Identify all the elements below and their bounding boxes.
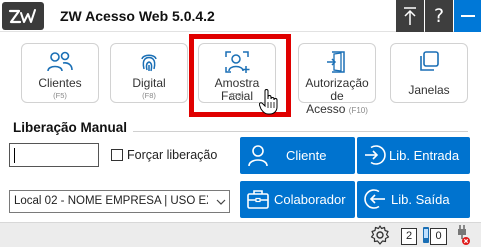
chevron-down-icon (216, 199, 226, 205)
door-enter-icon (327, 51, 345, 73)
windows-icon (420, 51, 439, 71)
clientes-tile[interactable]: Clientes (F5) (21, 43, 99, 103)
local-select[interactable]: Local 02 - NOME EMPRESA | USO EXCLUSIVO (9, 190, 230, 213)
liberacao-manual-title: Liberação Manual (13, 120, 128, 135)
cliente-button[interactable]: Cliente (240, 137, 355, 174)
user-icon (248, 145, 268, 167)
gear-icon[interactable] (370, 225, 390, 245)
forcar-liberacao-label[interactable]: Forçar liberação (127, 148, 217, 162)
clientes-shortcut: (F5) (53, 91, 67, 100)
help-button[interactable]: ? (425, 0, 453, 32)
digital-tile[interactable]: Digital (F8) (110, 43, 188, 103)
text-caret (14, 148, 15, 163)
autorizacao-acesso-tile[interactable]: Autorização de Acesso (F10) (298, 43, 376, 116)
janelas-tile[interactable]: Janelas (390, 43, 468, 103)
autorizacao-label: Autorização de Acesso (F10) (299, 77, 375, 117)
lib-saida-button-label: Lib. Saída (391, 192, 450, 207)
lib-entrada-button-label: Lib. Entrada (389, 148, 460, 163)
minimize-icon (460, 15, 475, 17)
local-select-value: Local 02 - NOME EMPRESA | USO EXCLUSIVO (14, 195, 208, 207)
digital-shortcut: (F8) (142, 91, 156, 100)
lib-entrada-button[interactable]: Lib. Entrada (357, 137, 470, 174)
janelas-label: Janelas (408, 83, 450, 97)
phone-icon (423, 227, 429, 243)
colaborador-button-label: Colaborador (274, 192, 346, 207)
clientes-label: Clientes (38, 76, 82, 90)
digital-label: Digital (132, 76, 166, 90)
enter-circle-icon (365, 145, 386, 165)
lib-saida-button[interactable]: Lib. Saída (357, 181, 470, 218)
pin-up-icon (404, 7, 416, 25)
pin-button[interactable] (396, 0, 424, 32)
fingerprint-icon (141, 54, 157, 72)
section-divider (133, 131, 468, 132)
app-logo (2, 2, 44, 30)
counter-box-2: 0 (430, 228, 447, 245)
title-bar: ZW Acesso Web 5.0.4.2 ? (0, 0, 481, 32)
autorizacao-shortcut: (F10) (348, 106, 368, 115)
autorizacao-label-line2: Acesso (306, 102, 346, 116)
cliente-button-label: Cliente (286, 148, 327, 163)
counter-box: 2 (401, 228, 417, 245)
hand-cursor-icon (259, 89, 278, 115)
exit-circle-icon (364, 189, 385, 209)
liberacao-code-input[interactable] (9, 143, 99, 167)
plug-disconnected-icon (458, 225, 470, 245)
autorizacao-label-line1: Autorização de (305, 76, 369, 103)
colaborador-button[interactable]: Colaborador (240, 181, 355, 218)
users-icon (47, 51, 73, 72)
briefcase-icon (247, 190, 269, 209)
minimize-button[interactable] (454, 0, 481, 32)
forcar-liberacao-checkbox[interactable] (111, 149, 123, 161)
app-title: ZW Acesso Web 5.0.4.2 (60, 8, 215, 24)
help-icon: ? (433, 5, 445, 27)
